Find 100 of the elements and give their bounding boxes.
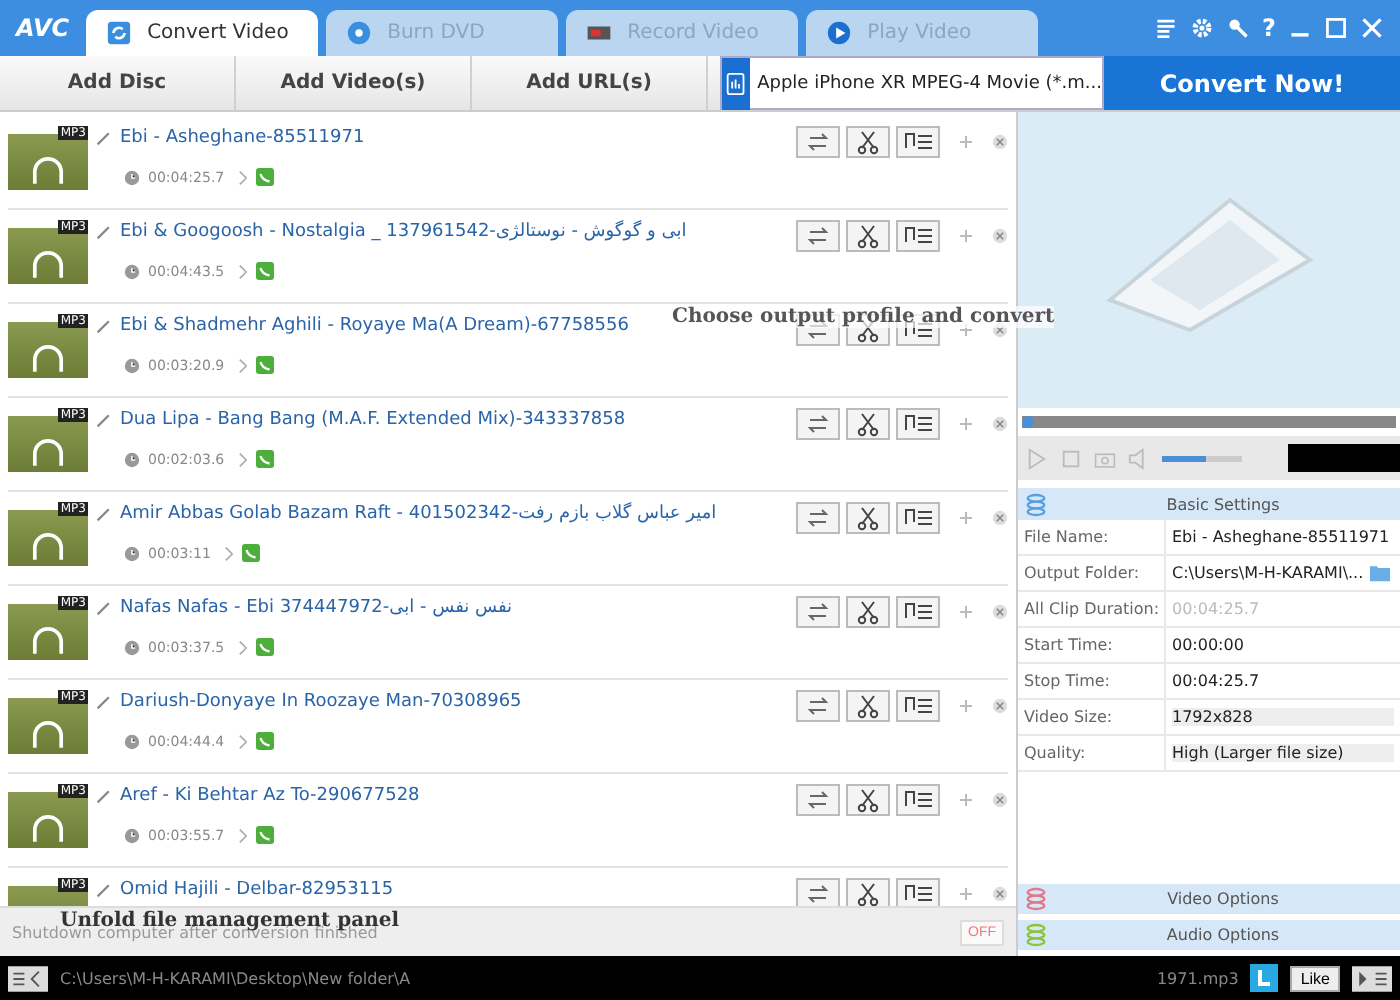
plus-icon[interactable] (958, 886, 974, 902)
chevron-icon[interactable] (238, 263, 249, 279)
file-title[interactable]: Aref - Ki Behtar Az To-290677528 (120, 786, 420, 806)
file-path: C:\Users\M-H-KARAMI\Desktop\New folder\A (60, 969, 411, 987)
swap-arrows-icon[interactable] (796, 220, 840, 252)
volume-track[interactable] (1162, 455, 1242, 461)
plus-icon[interactable] (958, 416, 974, 432)
toolbar-button[interactable]: Add Video(s) (236, 56, 472, 110)
convert-now-button[interactable]: Convert Now! (1104, 56, 1400, 110)
pencil-icon[interactable] (96, 694, 112, 710)
setting-field[interactable]: C:\Users\M-H-KARAMI\... (1172, 564, 1364, 582)
plus-icon[interactable] (958, 134, 974, 150)
phone-icon (256, 262, 275, 280)
setting-field[interactable]: Ebi - Asheghane-85511971 (1172, 528, 1390, 546)
chevron-icon[interactable] (238, 451, 249, 467)
clock-icon (124, 545, 140, 561)
file-title[interactable]: Ebi & Googoosh - Nostalgia _ 137961542-ابی و گوگوش - نوستالژی (120, 222, 687, 242)
scissors-icon[interactable] (846, 126, 890, 158)
chevron-icon[interactable] (238, 639, 249, 655)
setting-label: Stop Time: (1018, 664, 1166, 700)
profile-dropdown[interactable]: Apple iPhone XR MPEG-4 Movie (*.m... (720, 56, 1104, 110)
music-list-icon[interactable] (896, 408, 940, 440)
close-icon[interactable] (1360, 16, 1384, 40)
music-list-icon[interactable] (896, 596, 940, 628)
key-icon[interactable] (1226, 16, 1251, 40)
swap-arrows-icon[interactable] (796, 690, 840, 722)
scissors-icon[interactable] (846, 878, 890, 906)
swap-arrows-icon[interactable] (796, 502, 840, 534)
scissors-icon[interactable] (846, 220, 890, 252)
chevron-icon[interactable] (238, 827, 249, 843)
chevron-icon[interactable] (238, 733, 249, 749)
file-title[interactable]: Ebi - Asheghane-85511971 (120, 128, 365, 148)
volume-handle[interactable] (1162, 455, 1206, 461)
file-title[interactable]: Dua Lipa - Bang Bang (M.A.F. Extended Mix)-343337858 (120, 410, 626, 430)
seek-handle[interactable] (1022, 416, 1034, 428)
pencil-icon[interactable] (96, 600, 112, 616)
plus-icon[interactable] (958, 698, 974, 714)
music-list-icon[interactable] (896, 126, 940, 158)
plus-icon[interactable] (958, 510, 974, 526)
chevron-icon[interactable] (224, 545, 235, 561)
music-list-icon[interactable] (896, 784, 940, 816)
clock-icon (124, 451, 140, 467)
close-icon[interactable] (992, 228, 1008, 244)
close-icon[interactable] (992, 510, 1008, 526)
section-header[interactable]: Audio Options (1018, 920, 1400, 950)
tab[interactable]: Convert Video (85, 10, 318, 56)
swap-arrows-icon[interactable] (796, 878, 840, 906)
setting-field[interactable]: 00:00:00 (1172, 636, 1244, 654)
help-button[interactable]: ? (1262, 14, 1276, 42)
close-icon[interactable] (992, 134, 1008, 150)
setting-dropdown[interactable]: High (Larger file size) (1172, 744, 1394, 762)
swap-arrows-icon[interactable] (796, 784, 840, 816)
swap-arrows-icon[interactable] (796, 126, 840, 158)
scissors-icon[interactable] (846, 690, 890, 722)
chevron-icon[interactable] (238, 169, 249, 185)
scissors-icon[interactable] (846, 408, 890, 440)
toolbar-button[interactable]: Add URL(s) (472, 56, 708, 110)
settings-icon[interactable] (1190, 16, 1215, 40)
settings-header[interactable]: Basic Settings (1018, 488, 1400, 520)
setting-dropdown[interactable]: 1792x828 (1172, 708, 1394, 726)
scissors-icon[interactable] (846, 502, 890, 534)
pencil-icon[interactable] (96, 412, 112, 428)
chevron-icon[interactable] (238, 357, 249, 373)
music-list-icon[interactable] (896, 220, 940, 252)
section-header[interactable]: Video Options (1018, 884, 1400, 914)
plus-icon[interactable] (958, 228, 974, 244)
maximize-icon[interactable] (1324, 16, 1348, 40)
list-icon[interactable] (1154, 16, 1179, 40)
file-title[interactable]: Nafas Nafas - Ebi 374447972-نفس نفس - ابی (120, 598, 513, 618)
scissors-icon[interactable] (846, 596, 890, 628)
music-list-icon[interactable] (896, 878, 940, 906)
swap-arrows-icon[interactable] (796, 408, 840, 440)
file-title[interactable]: Ebi & Shadmehr Aghili - Royaye Ma(A Dream)-67758556 (120, 316, 629, 336)
pencil-icon[interactable] (96, 224, 112, 240)
close-icon[interactable] (992, 698, 1008, 714)
swap-arrows-icon[interactable] (796, 596, 840, 628)
pencil-icon[interactable] (96, 882, 112, 898)
like-button[interactable]: Like (1290, 965, 1340, 991)
pencil-icon[interactable] (96, 506, 112, 522)
folder-icon[interactable] (1369, 564, 1390, 582)
plus-icon[interactable] (958, 604, 974, 620)
file-title[interactable]: Amir Abbas Golab Bazam Raft - 401502342-امیر عباس گلاب بازم رفت (120, 504, 717, 524)
close-icon[interactable] (992, 792, 1008, 808)
menu-icon[interactable] (8, 965, 48, 991)
plus-icon[interactable] (958, 792, 974, 808)
file-title[interactable]: Dariush-Donyaye In Roozaye Man-70308965 (120, 692, 522, 712)
collapse-icon[interactable] (1352, 965, 1392, 991)
toolbar-button[interactable]: Add Disc (0, 56, 236, 110)
close-icon[interactable] (992, 604, 1008, 620)
file-title[interactable]: Omid Hajili - Delbar-82953115 (120, 880, 394, 900)
music-list-icon[interactable] (896, 502, 940, 534)
scissors-icon[interactable] (846, 784, 890, 816)
pencil-icon[interactable] (96, 130, 112, 146)
pencil-icon[interactable] (96, 318, 112, 334)
pencil-icon[interactable] (96, 788, 112, 804)
setting-field[interactable]: 00:04:25.7 (1172, 672, 1260, 690)
music-list-icon[interactable] (896, 690, 940, 722)
close-icon[interactable] (992, 886, 1008, 902)
close-icon[interactable] (992, 416, 1008, 432)
seek-track[interactable] (1022, 416, 1396, 428)
